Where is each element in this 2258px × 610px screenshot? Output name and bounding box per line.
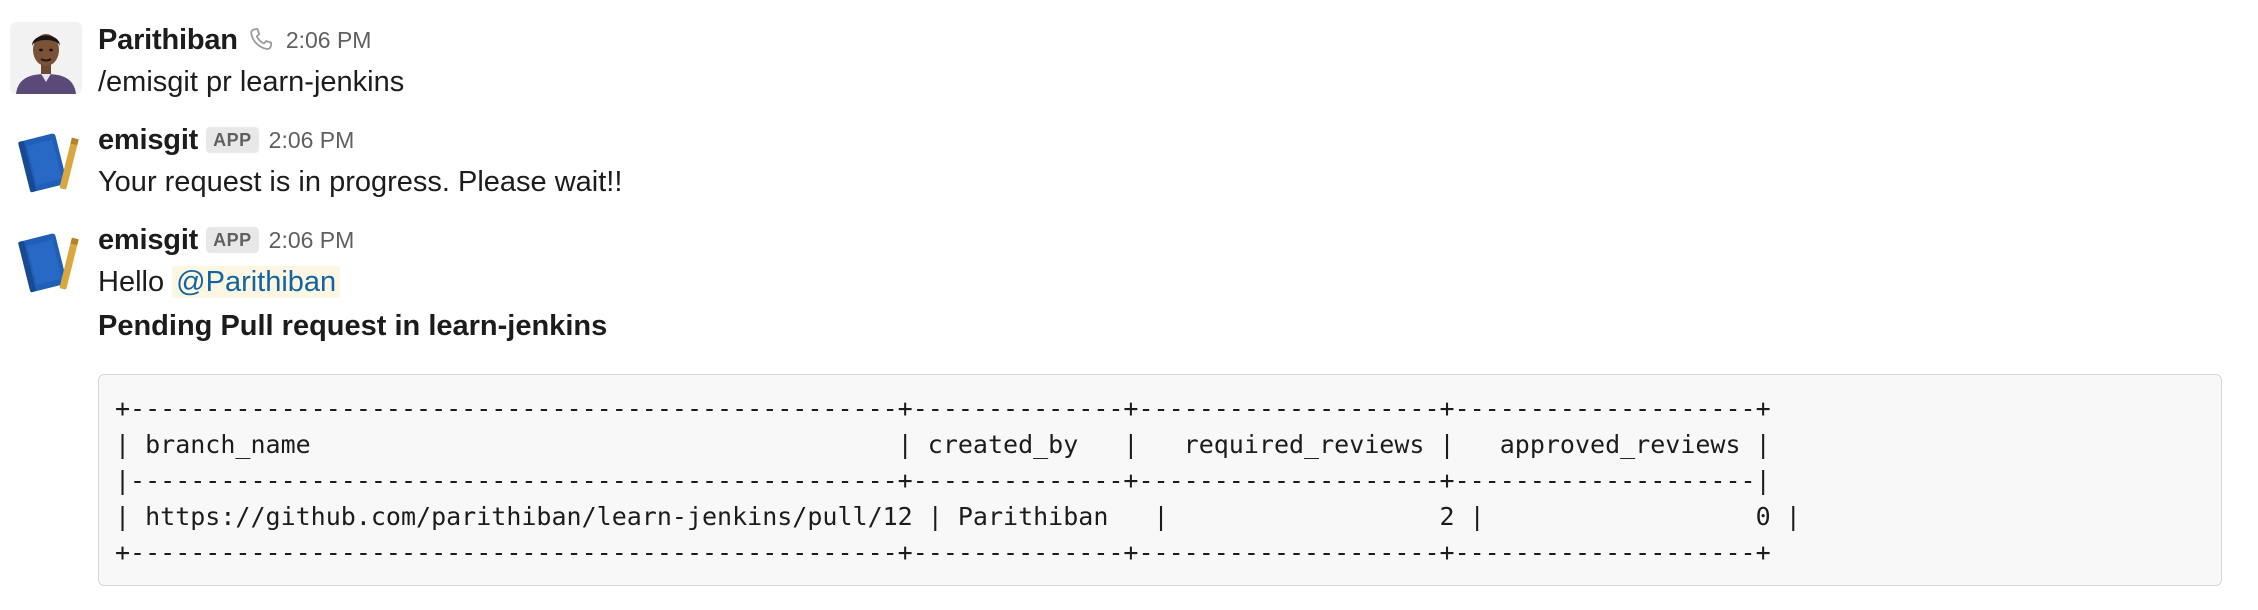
table-separator: |---------------------------------------… (115, 466, 1771, 495)
user-mention[interactable]: @Parithiban (172, 266, 341, 298)
app-avatar[interactable] (10, 126, 82, 198)
table-border-bottom: +---------------------------------------… (115, 538, 1771, 567)
timestamp[interactable]: 2:06 PM (269, 127, 355, 154)
avatar[interactable] (10, 22, 82, 94)
table-row: | https://github.com/parithiban/learn-je… (115, 502, 1801, 531)
table-border-top: +---------------------------------------… (115, 394, 1771, 423)
message-text: Your request is in progress. Please wait… (98, 166, 623, 198)
message-2: emisgit APP 2:06 PM Your request is in p… (0, 100, 2258, 200)
message-1: Parithiban 2:06 PM /emisgit pr learn-jen… (0, 0, 2258, 100)
message-text: /emisgit pr learn-jenkins (98, 66, 405, 98)
timestamp[interactable]: 2:06 PM (269, 227, 355, 254)
message-heading: Pending Pull request in learn-jenkins (98, 310, 608, 342)
table-header-row: | branch_name | created_by | required_re… (115, 430, 1771, 459)
timestamp[interactable]: 2:06 PM (286, 27, 372, 54)
app-avatar[interactable] (10, 226, 82, 298)
sender-name[interactable]: Parithiban (98, 24, 238, 57)
phone-icon (246, 25, 276, 55)
app-badge: APP (206, 227, 259, 253)
app-badge: APP (206, 127, 259, 153)
code-block: +---------------------------------------… (98, 374, 2222, 586)
greeting-text: Hello (98, 266, 165, 298)
sender-name[interactable]: emisgit (98, 124, 198, 157)
sender-name[interactable]: emisgit (98, 224, 198, 257)
greeting-line: Hello @Parithiban (98, 262, 341, 302)
